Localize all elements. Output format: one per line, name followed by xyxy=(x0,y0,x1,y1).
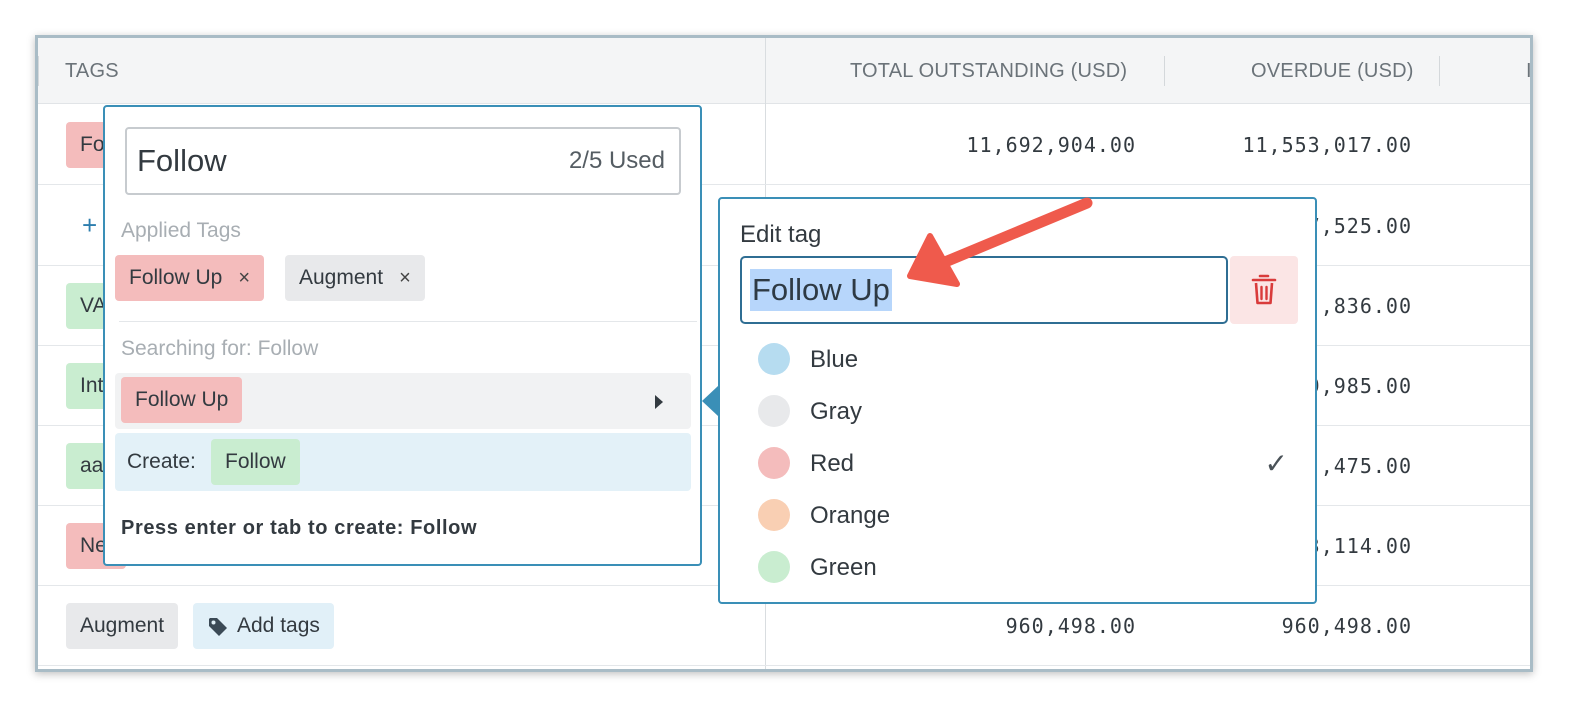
trash-icon xyxy=(1251,274,1277,305)
color-option-gray[interactable]: Gray xyxy=(758,392,1288,432)
create-hint: Press enter or tab to create: Follow xyxy=(121,517,478,539)
row-overdue: 7,525.00 xyxy=(1307,214,1412,238)
row-overdue: 9,985.00 xyxy=(1307,374,1412,398)
add-tags-label: Add tags xyxy=(237,614,320,637)
color-swatch xyxy=(758,447,790,479)
edit-tag-popup: Edit tag Follow Up Blue Gray Red ✓ Orang… xyxy=(718,197,1317,604)
applied-tags-label: Applied Tags xyxy=(121,219,241,242)
header-cut-off[interactable]: I xyxy=(1526,38,1530,104)
color-label: Green xyxy=(810,554,877,581)
row-overdue: ,475.00 xyxy=(1320,454,1412,478)
row-total-outstanding: 960,498.00 xyxy=(1005,614,1136,638)
searching-for-label: Searching for: Follow xyxy=(121,337,319,360)
tag-name-input[interactable]: Follow Up xyxy=(740,256,1228,324)
create-label: Create: xyxy=(127,450,196,473)
header-total-outstanding[interactable]: TOTAL OUTSTANDING (USD) xyxy=(850,38,1127,104)
row-overdue: ,836.00 xyxy=(1320,294,1412,318)
header-separator[interactable] xyxy=(1164,56,1165,86)
applied-tag-label: Follow Up xyxy=(129,266,223,289)
color-label: Orange xyxy=(810,502,891,529)
result-tag: Follow Up xyxy=(121,377,243,423)
applied-tag-follow-up[interactable]: Follow Up × xyxy=(115,255,265,301)
color-option-blue[interactable]: Blue xyxy=(758,340,1288,380)
applied-tag-label: Augment xyxy=(299,266,384,289)
create-tag-chip: Follow xyxy=(211,439,300,485)
add-tags-button[interactable]: Add tags xyxy=(193,603,334,649)
caret-right-icon[interactable] xyxy=(655,395,663,409)
row-overdue: 11,553,017.00 xyxy=(1242,133,1412,157)
color-option-red[interactable]: Red ✓ xyxy=(758,444,1288,484)
checkmark-icon: ✓ xyxy=(1264,448,1288,479)
tag-picker-popup: Follow 2/5 Used Applied Tags Follow Up × … xyxy=(103,105,702,566)
tag-icon xyxy=(209,618,227,636)
tag-search-value[interactable]: Follow xyxy=(137,129,227,193)
delete-tag-button[interactable] xyxy=(1230,256,1298,324)
color-label: Gray xyxy=(810,398,863,425)
header-separator xyxy=(38,56,39,86)
color-swatch xyxy=(758,343,790,375)
row-overdue: 960,498.00 xyxy=(1281,614,1412,638)
search-result-item[interactable]: Follow Up xyxy=(115,373,691,429)
create-tag-option[interactable]: Create: Follow xyxy=(115,433,691,491)
section-divider xyxy=(119,321,697,322)
row-tag[interactable]: Augment xyxy=(66,603,179,649)
edit-tag-title: Edit tag xyxy=(740,221,822,248)
color-swatch xyxy=(758,395,790,427)
tag-search-input[interactable]: Follow 2/5 Used xyxy=(125,127,681,195)
tag-name-value[interactable]: Follow Up xyxy=(750,269,892,311)
row-total-outstanding: 11,692,904.00 xyxy=(966,133,1136,157)
color-option-orange[interactable]: Orange xyxy=(758,496,1288,536)
popup-pointer xyxy=(702,386,718,416)
applied-tag-augment[interactable]: Augment × xyxy=(285,255,425,301)
remove-tag-icon[interactable]: × xyxy=(399,267,411,289)
header-overdue[interactable]: OVERDUE (USD) xyxy=(1251,38,1414,104)
color-label: Blue xyxy=(810,346,859,373)
color-swatch xyxy=(758,551,790,583)
color-option-green[interactable]: Green xyxy=(758,548,1288,588)
remove-tag-icon[interactable]: × xyxy=(238,267,250,289)
header-separator[interactable] xyxy=(1439,56,1440,86)
color-label: Red xyxy=(810,450,855,477)
header-tags[interactable]: TAGS xyxy=(65,38,119,104)
row-overdue: 3,114.00 xyxy=(1307,534,1412,558)
color-swatch xyxy=(758,499,790,531)
tag-usage-count: 2/5 Used xyxy=(568,147,665,174)
table-header: TAGS TOTAL OUTSTANDING (USD) OVERDUE (US… xyxy=(38,38,1530,104)
